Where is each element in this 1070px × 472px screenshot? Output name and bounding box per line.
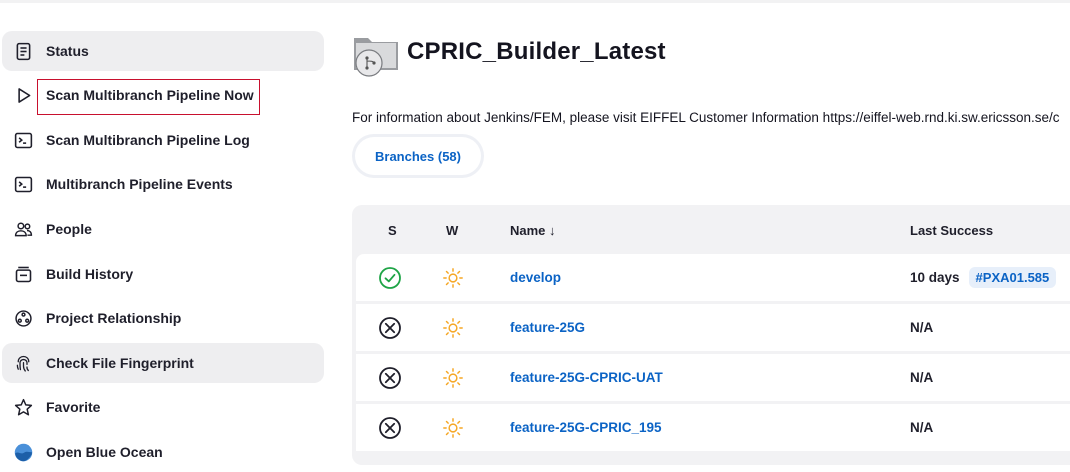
branch-link[interactable]: develop — [510, 270, 561, 285]
sidebar-item-label: People — [46, 221, 92, 237]
sidebar-item-label: Project Relationship — [46, 310, 182, 326]
relationship-icon — [11, 306, 35, 330]
build-history-icon — [11, 262, 35, 286]
last-success-text: N/A — [910, 370, 934, 385]
tab-branches[interactable]: Branches (58) — [355, 137, 481, 175]
branches-table: S W Name ↓ Last Success develop 10 days … — [352, 205, 1070, 465]
document-icon — [11, 39, 35, 63]
sidebar-item-status[interactable]: Status — [2, 31, 324, 71]
sunny-weather-icon — [442, 304, 464, 351]
fingerprint-icon — [11, 351, 35, 375]
branch-link[interactable]: feature-25G — [510, 320, 585, 335]
terminal-icon — [11, 172, 35, 196]
multibranch-folder-icon — [352, 30, 402, 78]
sidebar-item-label: Build History — [46, 266, 134, 282]
sidebar-item-label: Check File Fingerprint — [46, 355, 194, 371]
sidebar-item-build-history[interactable]: Build History — [2, 254, 324, 294]
table-row: develop 10 days #PXA01.585 — [356, 254, 1070, 301]
column-header-last-success[interactable]: Last Success — [910, 223, 993, 238]
info-text: For information about Jenkins/FEM, pleas… — [352, 110, 1060, 125]
table-row: feature-25G N/A — [356, 304, 1070, 351]
sidebar-item-people[interactable]: People — [2, 209, 324, 249]
build-link[interactable]: #PXA01.585 — [968, 267, 1057, 288]
blue-ocean-icon — [11, 440, 35, 464]
highlight-box — [37, 79, 260, 115]
terminal-icon — [11, 128, 35, 152]
page-title: CPRIC_Builder_Latest — [407, 38, 666, 65]
sunny-weather-icon — [442, 354, 464, 401]
sidebar-item-label: Scan Multibranch Pipeline Log — [46, 132, 250, 148]
success-icon — [378, 254, 402, 301]
star-icon — [11, 395, 35, 419]
sidebar-item-project-relationship[interactable]: Project Relationship — [2, 298, 324, 338]
sidebar-item-blue-ocean[interactable]: Open Blue Ocean — [2, 432, 324, 472]
sunny-weather-icon — [442, 254, 464, 301]
last-success-text: N/A — [910, 420, 934, 435]
sidebar-item-pipeline-events[interactable]: Multibranch Pipeline Events — [2, 164, 324, 204]
play-icon — [11, 83, 35, 107]
not-built-icon — [378, 304, 402, 351]
sunny-weather-icon — [442, 404, 464, 451]
sidebar-item-label: Favorite — [46, 399, 101, 415]
column-header-w[interactable]: W — [446, 223, 458, 238]
sidebar-item-label: Status — [46, 43, 89, 59]
branch-link[interactable]: feature-25G-CPRIC_195 — [510, 420, 662, 435]
last-success-text: 10 days — [910, 270, 960, 285]
not-built-icon — [378, 354, 402, 401]
table-row: feature-25G-CPRIC_195 N/A — [356, 404, 1070, 451]
people-icon — [11, 217, 35, 241]
column-header-name[interactable]: Name ↓ — [510, 223, 556, 238]
sidebar-item-label: Multibranch Pipeline Events — [46, 176, 233, 192]
top-border — [0, 0, 1070, 3]
sidebar-item-check-fingerprint[interactable]: Check File Fingerprint — [2, 343, 324, 383]
last-success-text: N/A — [910, 320, 934, 335]
not-built-icon — [378, 404, 402, 451]
sidebar-item-favorite[interactable]: Favorite — [2, 387, 324, 427]
column-header-s[interactable]: S — [388, 223, 397, 238]
branch-link[interactable]: feature-25G-CPRIC-UAT — [510, 370, 663, 385]
table-row: feature-25G-CPRIC-UAT N/A — [356, 354, 1070, 401]
sidebar-item-scan-log[interactable]: Scan Multibranch Pipeline Log — [2, 120, 324, 160]
